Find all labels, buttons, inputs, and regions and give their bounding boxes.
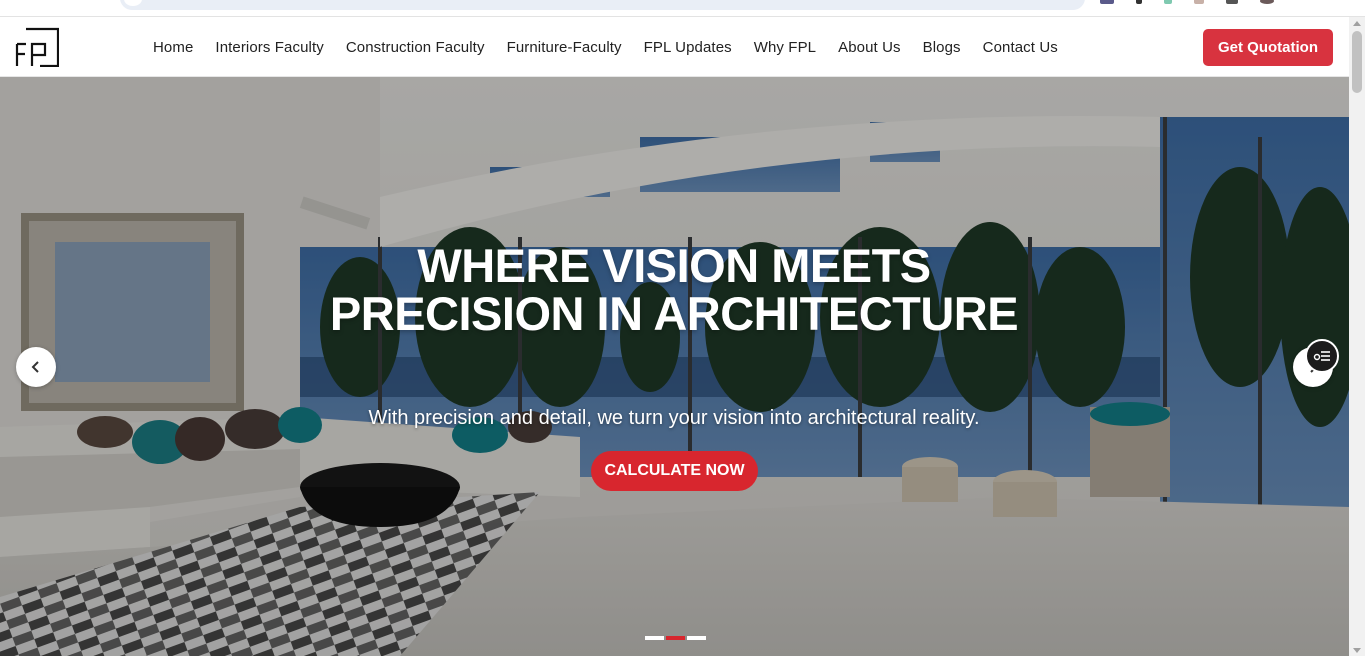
slider-dot[interactable] — [687, 636, 706, 640]
scroll-up-arrow-icon[interactable] — [1353, 21, 1361, 26]
nav-contact-us[interactable]: Contact Us — [972, 39, 1069, 56]
chevron-left-icon — [31, 361, 39, 373]
scroll-down-arrow-icon[interactable] — [1353, 648, 1361, 653]
slider-dot[interactable] — [645, 636, 664, 640]
puzzle-icon[interactable] — [1136, 0, 1142, 4]
nav-interiors-faculty[interactable]: Interiors Faculty — [204, 39, 334, 56]
hero-title: WHERE VISION MEETS PRECISION IN ARCHITEC… — [329, 239, 1019, 340]
slider-dot[interactable] — [666, 636, 685, 640]
get-quotation-button[interactable]: Get Quotation — [1203, 29, 1333, 66]
browser-extension-icons — [1100, 0, 1274, 4]
calculate-now-button[interactable]: CALCULATE NOW — [591, 451, 758, 491]
scrollbar-thumb[interactable] — [1352, 31, 1362, 93]
floating-menu-widget[interactable] — [1305, 339, 1339, 373]
nav-why-fpl[interactable]: Why FPL — [743, 39, 827, 56]
tab-search-icon[interactable] — [1194, 0, 1204, 4]
address-bar[interactable] — [120, 0, 1085, 10]
hero-overlay — [0, 77, 1349, 656]
site-header: Home Interiors Faculty Construction Facu… — [0, 17, 1349, 77]
nav-blogs[interactable]: Blogs — [912, 39, 972, 56]
extension-icon[interactable] — [1100, 0, 1114, 4]
nav-construction-faculty[interactable]: Construction Faculty — [335, 39, 496, 56]
sync-icon[interactable] — [1164, 0, 1172, 4]
page-scrollbar[interactable] — [1349, 17, 1365, 656]
fpl-logo-icon[interactable] — [15, 27, 60, 68]
avatar[interactable] — [1260, 0, 1274, 4]
nav-home[interactable]: Home — [142, 39, 204, 56]
main-nav: Home Interiors Faculty Construction Facu… — [142, 17, 1069, 77]
menu-list-icon — [1313, 351, 1330, 361]
browser-toolbar — [0, 0, 1365, 17]
nav-fpl-updates[interactable]: FPL Updates — [633, 39, 743, 56]
hero-slider: WHERE VISION MEETS PRECISION IN ARCHITEC… — [0, 77, 1349, 656]
window-icon[interactable] — [1226, 0, 1238, 4]
nav-furniture-faculty[interactable]: Furniture-Faculty — [496, 39, 633, 56]
hero-subtitle: With precision and detail, we turn your … — [368, 407, 980, 429]
slider-prev-button[interactable] — [16, 347, 56, 387]
slider-pagination — [645, 636, 706, 640]
nav-about-us[interactable]: About Us — [827, 39, 912, 56]
